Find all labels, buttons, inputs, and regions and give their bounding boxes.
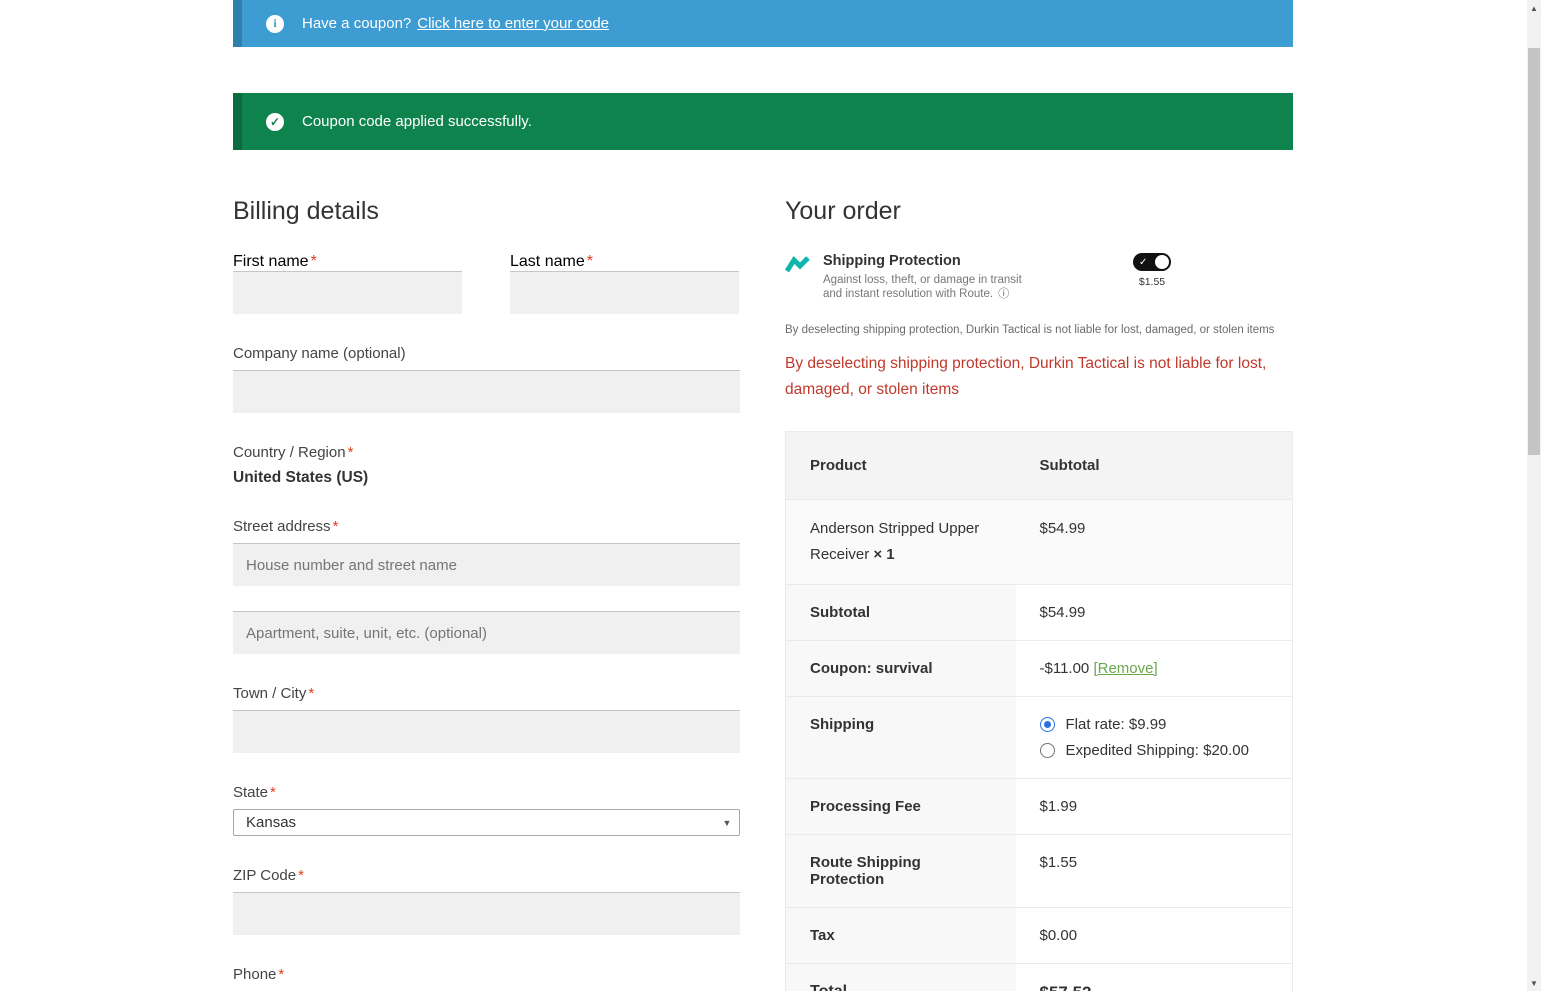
protection-toggle-wrap: ✓ $1.55 xyxy=(1133,253,1171,301)
total-row: Total $57.52 xyxy=(785,963,1293,991)
route-logo-icon xyxy=(784,253,815,301)
toggle-check-icon: ✓ xyxy=(1139,256,1148,268)
vertical-scrollbar[interactable]: ▲ ▼ xyxy=(1527,0,1541,991)
state-label: State * xyxy=(233,784,276,801)
state-selected-value: Kansas xyxy=(246,814,297,831)
tax-label: Tax xyxy=(785,907,1016,964)
total-label: Total xyxy=(785,963,1016,991)
shipping-protection-widget: Shipping Protection Against loss, theft,… xyxy=(784,253,1293,301)
route-protection-row: Route Shipping Protection $1.55 xyxy=(785,834,1293,908)
expedited-radio[interactable] xyxy=(1039,743,1055,758)
shipping-option-expedited[interactable]: Expedited Shipping: $20.00 xyxy=(1039,742,1269,759)
protection-disclaimer-small: By deselecting shipping protection, Durk… xyxy=(785,324,1275,336)
tax-value: $0.00 xyxy=(1015,907,1293,964)
order-item-price: $54.99 xyxy=(1015,499,1293,585)
protection-description: Against loss, theft, or damage in transi… xyxy=(823,274,1022,300)
billing-title: Billing details xyxy=(233,197,379,225)
required-marker: * xyxy=(586,253,593,270)
last-name-input[interactable] xyxy=(510,271,739,314)
product-column-header: Product xyxy=(785,431,1016,500)
enter-coupon-link[interactable]: Click here to enter your code xyxy=(417,15,609,32)
processing-fee-row: Processing Fee $1.99 xyxy=(785,778,1293,835)
last-name-label: Last name * xyxy=(510,253,593,270)
shipping-options-cell: Flat rate: $9.99 Expedited Shipping: $20… xyxy=(1015,696,1293,779)
zip-label: ZIP Code * xyxy=(233,867,304,884)
protection-disclaimer-warning: By deselecting shipping protection, Durk… xyxy=(785,355,1267,398)
coupon-value-cell: -$11.00 [Remove] xyxy=(1015,640,1293,697)
required-marker: * xyxy=(332,518,339,535)
required-marker: * xyxy=(270,784,276,801)
coupon-label: Coupon: survival xyxy=(785,640,1016,697)
subtotal-row: Subtotal $54.99 xyxy=(785,584,1293,641)
order-table-header-row: Product Subtotal xyxy=(785,431,1293,500)
order-item-row: Anderson Stripped Upper Receiver × 1 $54… xyxy=(785,499,1293,585)
tax-row: Tax $0.00 xyxy=(785,907,1293,964)
subtotal-column-header: Subtotal xyxy=(1015,431,1293,500)
your-order-section: Your order Shipping Protection Against l… xyxy=(784,197,1293,991)
processing-fee-value: $1.99 xyxy=(1015,778,1293,835)
checkout-content: i Have a coupon? Click here to enter you… xyxy=(233,0,1293,991)
flat-rate-label[interactable]: Flat rate: $9.99 xyxy=(1066,716,1167,733)
first-name-label: First name * xyxy=(233,253,317,270)
protection-price: $1.55 xyxy=(1138,276,1166,288)
first-name-input[interactable] xyxy=(233,271,462,314)
country-value: United States (US) xyxy=(233,469,369,486)
company-label: Company name (optional) xyxy=(233,345,406,362)
route-protection-label: Route Shipping Protection xyxy=(785,834,1016,908)
scroll-down-arrow[interactable]: ▼ xyxy=(1527,975,1541,991)
shipping-option-flat-rate[interactable]: Flat rate: $9.99 xyxy=(1039,716,1269,733)
subtotal-label: Subtotal xyxy=(785,584,1016,641)
street-address-input[interactable] xyxy=(233,543,740,586)
state-select[interactable]: Kansas ▼ xyxy=(233,809,740,836)
subtotal-value: $54.99 xyxy=(1015,584,1293,641)
shipping-row: Shipping Flat rate: $9.99 Expedited Ship… xyxy=(785,696,1293,779)
total-value: $57.52 xyxy=(1015,963,1293,991)
info-icon: i xyxy=(266,14,284,33)
success-check-icon: ✓ xyxy=(266,112,284,131)
coupon-banner-text: Have a coupon? xyxy=(302,15,412,32)
route-protection-value: $1.55 xyxy=(1015,834,1293,908)
company-input[interactable] xyxy=(233,370,740,413)
shipping-label: Shipping xyxy=(785,696,1016,779)
remove-coupon-link[interactable]: [Remove] xyxy=(1093,660,1157,677)
zip-input[interactable] xyxy=(233,892,740,935)
required-marker: * xyxy=(308,685,315,702)
protection-info-icon[interactable]: ⓘ xyxy=(998,288,1009,300)
coupon-discount-value: -$11.00 xyxy=(1039,660,1090,677)
flat-rate-radio[interactable] xyxy=(1039,717,1055,732)
billing-details-section: Billing details First name * Last name * C… xyxy=(233,197,740,991)
order-title: Your order xyxy=(785,197,901,225)
order-review-table: Product Subtotal Anderson Stripped Upper… xyxy=(785,431,1293,991)
processing-fee-label: Processing Fee xyxy=(785,778,1016,835)
city-input[interactable] xyxy=(233,710,740,753)
required-marker: * xyxy=(310,253,317,270)
success-banner-text: Coupon code applied successfully. xyxy=(302,113,532,130)
protection-title: Shipping Protection xyxy=(823,253,961,269)
order-item-qty: × 1 xyxy=(873,546,895,563)
coupon-info-banner: i Have a coupon? Click here to enter you… xyxy=(233,0,1293,47)
country-label: Country / Region * xyxy=(233,444,354,461)
required-marker: * xyxy=(278,966,285,983)
toggle-knob xyxy=(1155,255,1169,269)
scroll-up-arrow[interactable]: ▲ xyxy=(1527,0,1541,16)
protection-texts: Shipping Protection Against loss, theft,… xyxy=(823,253,1022,301)
coupon-success-banner: ✓ Coupon code applied successfully. xyxy=(233,93,1293,150)
required-marker: * xyxy=(347,444,354,461)
street-address-label: Street address * xyxy=(233,518,339,535)
checkout-page: i Have a coupon? Click here to enter you… xyxy=(0,0,1541,991)
chevron-down-icon: ▼ xyxy=(722,817,732,828)
city-label: Town / City * xyxy=(233,685,315,702)
order-item-name: Anderson Stripped Upper Receiver × 1 xyxy=(785,499,1016,585)
required-marker: * xyxy=(298,867,304,884)
scrollbar-thumb[interactable] xyxy=(1528,48,1540,455)
expedited-label[interactable]: Expedited Shipping: $20.00 xyxy=(1066,742,1249,759)
protection-toggle[interactable]: ✓ xyxy=(1133,253,1171,271)
street-address2-input[interactable] xyxy=(233,611,740,654)
coupon-row: Coupon: survival -$11.00 [Remove] xyxy=(785,640,1293,697)
phone-label: Phone * xyxy=(233,966,285,983)
